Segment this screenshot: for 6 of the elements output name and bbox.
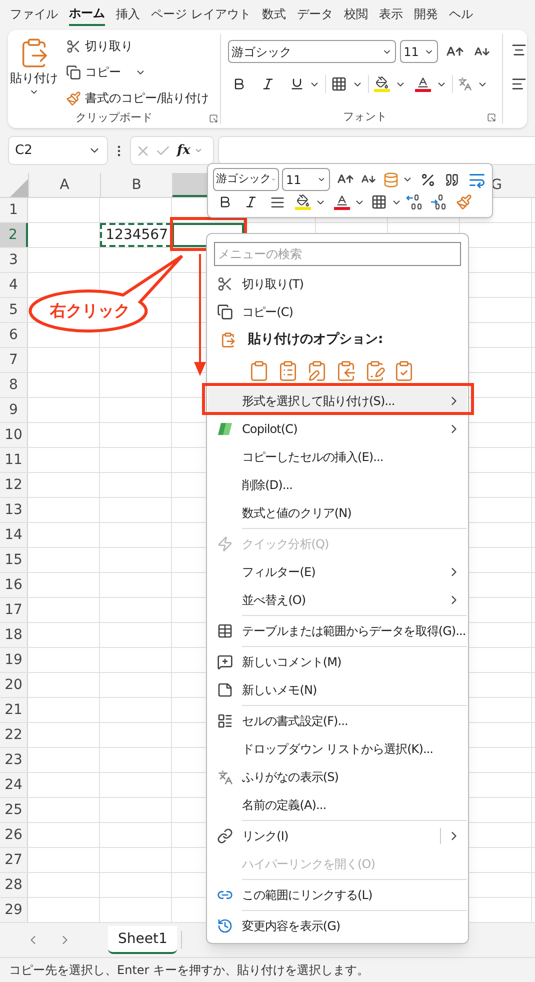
group-label: フォント [342,108,387,125]
callout-text: 右クリック [50,301,130,321]
status-text: コピー先を選択し、Enter キーを押すか、貼り付けを選択します。 [9,962,370,978]
group-label: クリップボード [75,110,152,126]
menu-heading: 貼り付けのオプション: [248,330,384,350]
copied-cell: 1234567 [100,223,172,247]
